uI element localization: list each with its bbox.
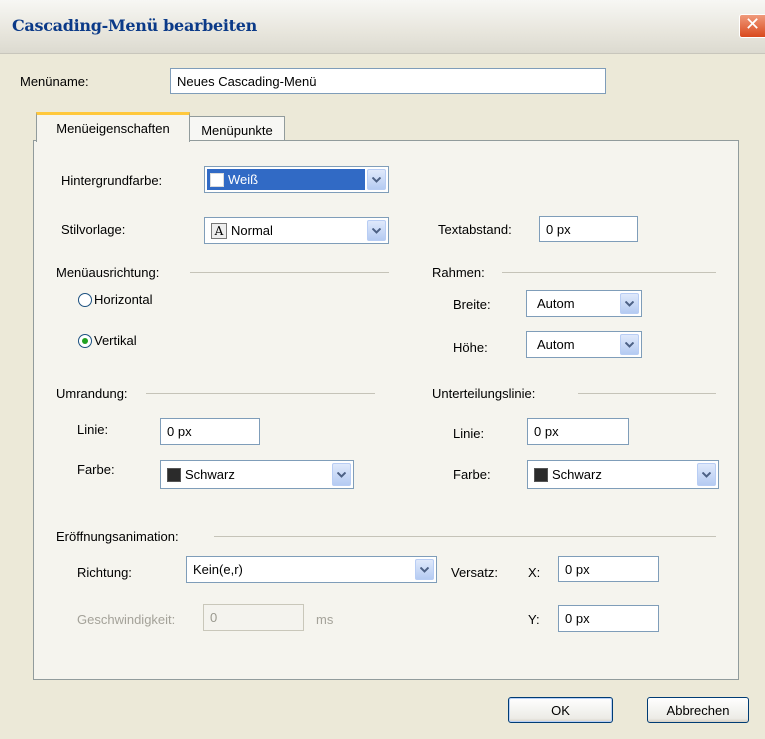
menuname-label: Menüname: <box>20 74 89 89</box>
speed-label: Geschwindigkeit: <box>77 612 176 627</box>
offset-label: Versatz: <box>451 565 498 580</box>
tab-label: Menüpunkte <box>201 122 273 138</box>
font-a-icon: A <box>211 222 227 239</box>
offset-x-label: X: <box>528 565 541 580</box>
offset-y-input[interactable]: 0 px <box>558 605 659 632</box>
tab-label: Menüeigenschaften <box>56 121 170 136</box>
offset-x-input[interactable]: 0 px <box>558 556 659 582</box>
border-color-label: Farbe: <box>77 462 115 477</box>
frame-width-select[interactable]: Autom <box>526 290 642 317</box>
border-label: Umrandung: <box>56 386 128 401</box>
chevron-down-icon[interactable] <box>620 334 639 355</box>
direction-value: Kein(e,r) <box>193 562 243 577</box>
chevron-down-icon[interactable] <box>415 559 434 580</box>
style-label: Stilvorlage: <box>61 222 126 237</box>
radio-vertikal-label: Vertikal <box>94 333 137 348</box>
direction-select[interactable]: Kein(e,r) <box>186 556 437 583</box>
text-spacing-value: 0 px <box>546 221 571 237</box>
frame-height-label: Höhe: <box>453 340 488 355</box>
frame-divider <box>502 272 716 273</box>
divider-color-value: Schwarz <box>552 467 602 482</box>
title-bar[interactable]: Cascading-Menü bearbeiten ✕ <box>0 0 765 54</box>
border-color-select[interactable]: Schwarz <box>160 460 354 489</box>
white-swatch-icon <box>210 172 224 187</box>
border-line-value: 0 px <box>167 424 192 439</box>
radio-vertikal[interactable] <box>78 334 92 348</box>
border-line-input[interactable]: 0 px <box>160 418 260 445</box>
black-swatch-icon <box>167 467 181 482</box>
direction-label: Richtung: <box>77 565 132 580</box>
black-swatch-icon <box>534 467 548 482</box>
radio-horizontal[interactable] <box>78 293 92 307</box>
divider-line-value: 0 px <box>534 424 559 439</box>
border-divider <box>146 393 375 394</box>
tab-menuepunkte[interactable]: Menüpunkte <box>189 116 285 143</box>
speed-value: 0 <box>210 610 218 625</box>
orientation-label: Menüausrichtung: <box>56 265 160 280</box>
style-value: Normal <box>231 223 273 238</box>
dialog-window: Cascading-Menü bearbeiten ✕ Menüname: Ne… <box>0 0 765 739</box>
offset-y-label: Y: <box>528 612 540 627</box>
menuname-value: Neues Cascading-Menü <box>177 73 317 89</box>
cancel-button-label: Abbrechen <box>666 702 730 718</box>
border-line-label: Linie: <box>77 422 109 437</box>
chevron-down-icon[interactable] <box>697 463 716 486</box>
speed-input: 0 <box>203 604 304 631</box>
close-button[interactable]: ✕ <box>739 14 765 38</box>
ok-button-label: OK <box>551 702 570 718</box>
animation-label: Eröffnungsanimation: <box>56 529 179 544</box>
background-color-select[interactable]: Weiß <box>204 166 389 193</box>
style-select[interactable]: A Normal <box>204 217 389 244</box>
close-icon: ✕ <box>744 14 761 35</box>
chevron-down-icon[interactable] <box>367 169 386 190</box>
offset-y-value: 0 px <box>565 611 590 626</box>
ok-button[interactable]: OK <box>508 697 613 723</box>
background-value: Weiß <box>228 172 259 187</box>
divider-label: Unterteilungslinie: <box>432 386 536 401</box>
frame-label: Rahmen: <box>432 265 485 280</box>
border-color-value: Schwarz <box>185 467 235 482</box>
animation-divider <box>214 536 716 537</box>
menuname-input[interactable]: Neues Cascading-Menü <box>170 68 606 94</box>
radio-horizontal-label: Horizontal <box>94 292 153 307</box>
speed-unit: ms <box>316 612 334 627</box>
divider-line-input[interactable]: 0 px <box>527 418 629 445</box>
chevron-down-icon[interactable] <box>332 463 351 486</box>
chevron-down-icon[interactable] <box>620 293 639 314</box>
window-title: Cascading-Menü bearbeiten <box>12 16 257 35</box>
divider-line-label: Linie: <box>453 426 485 441</box>
divider-color-select[interactable]: Schwarz <box>527 460 719 489</box>
orientation-divider <box>190 272 389 273</box>
cancel-button[interactable]: Abbrechen <box>647 697 749 723</box>
text-spacing-label: Textabstand: <box>438 222 512 237</box>
tab-menueigenschaften[interactable]: Menüeigenschaften <box>36 112 190 142</box>
frame-height-select[interactable]: Autom <box>526 331 642 358</box>
text-spacing-input[interactable]: 0 px <box>539 216 638 242</box>
frame-width-label: Breite: <box>453 297 491 312</box>
offset-x-value: 0 px <box>565 561 590 577</box>
divider-color-label: Farbe: <box>453 467 491 482</box>
frame-width-value: Autom <box>537 296 575 311</box>
frame-height-value: Autom <box>537 337 575 352</box>
background-label: Hintergrundfarbe: <box>61 173 163 188</box>
divider-divider <box>578 393 716 394</box>
chevron-down-icon[interactable] <box>367 220 386 241</box>
